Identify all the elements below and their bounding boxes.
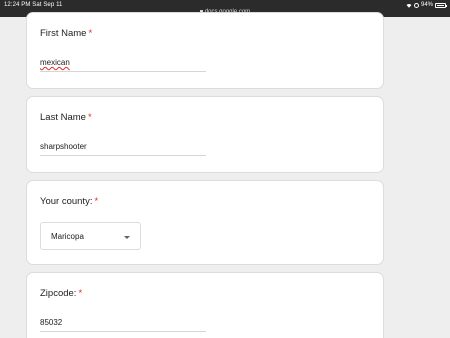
first-name-input[interactable]: mexican <box>40 58 206 72</box>
question-label: Last Name <box>40 112 86 123</box>
battery-level-fill <box>437 4 444 6</box>
question-title: First Name * <box>40 28 92 39</box>
first-name-value: mexican <box>40 58 70 67</box>
orientation-lock-icon <box>413 2 419 8</box>
status-indicators: 94% <box>406 2 447 8</box>
last-name-input[interactable]: sharpshooter <box>40 142 206 156</box>
zipcode-input[interactable]: 85032 <box>40 318 206 332</box>
question-title: Your county: * <box>40 196 98 207</box>
question-card-last-name: Last Name * sharpshooter <box>26 96 384 173</box>
question-card-zipcode: Zipcode: * 85032 <box>26 272 384 338</box>
question-card-county: Your county: * Maricopa <box>26 180 384 265</box>
county-dropdown[interactable]: Maricopa <box>40 222 141 250</box>
required-marker: * <box>78 288 83 299</box>
status-time: 12:24 PM Sat Sep 11 <box>4 2 63 8</box>
county-selected-value: Maricopa <box>51 232 84 241</box>
battery-percent: 94% <box>420 2 433 8</box>
zipcode-value: 85032 <box>40 318 63 327</box>
question-title: Zipcode: * <box>40 288 82 299</box>
required-marker: * <box>87 112 92 123</box>
question-label: First Name <box>40 28 87 39</box>
question-label: Zipcode: <box>40 288 77 299</box>
dropdown-caret-icon <box>124 236 130 239</box>
question-card-first-name: First Name * mexican <box>26 12 384 89</box>
battery-icon <box>435 2 447 8</box>
question-title: Last Name * <box>40 112 92 123</box>
wifi-icon <box>406 3 412 8</box>
last-name-value: sharpshooter <box>40 142 87 151</box>
required-marker: * <box>94 196 99 207</box>
required-marker: * <box>88 28 93 39</box>
question-label: Your county: <box>40 196 93 207</box>
